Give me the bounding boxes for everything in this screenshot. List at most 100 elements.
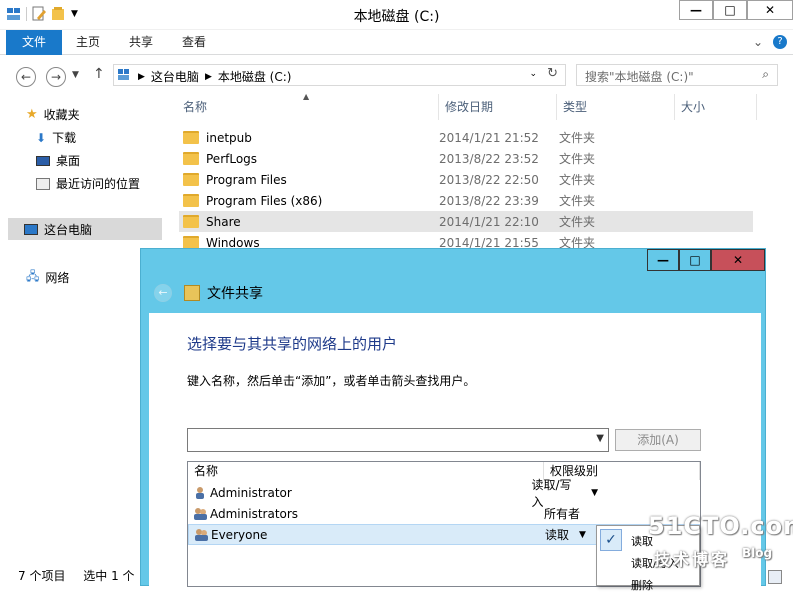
forward-button[interactable]: → bbox=[46, 67, 66, 87]
folder-icon bbox=[183, 152, 199, 165]
column-header-size[interactable]: 大小 bbox=[675, 94, 757, 120]
breadcrumb-local-disk[interactable]: 本地磁盘 (C:) bbox=[218, 68, 292, 85]
nav-desktop-label: 桌面 bbox=[56, 154, 81, 168]
star-icon: ★ bbox=[26, 107, 38, 122]
file-date: 2014/1/21 21:52 bbox=[439, 130, 539, 145]
dialog-back-button[interactable]: ← bbox=[154, 284, 172, 302]
user-icon bbox=[194, 486, 206, 499]
recent-places-icon bbox=[36, 177, 50, 190]
refresh-icon[interactable]: ↻ bbox=[547, 66, 558, 81]
dialog-maximize-button[interactable]: □ bbox=[679, 249, 711, 271]
network-icon: 🖧 bbox=[26, 269, 40, 283]
watermark-line-3: Blog bbox=[742, 546, 773, 560]
tab-file[interactable]: 文件 bbox=[6, 30, 62, 55]
file-date: 2014/1/21 22:10 bbox=[439, 214, 539, 229]
combobox-dropdown-icon[interactable]: ▼ bbox=[596, 433, 604, 444]
downloads-icon: ⬇ bbox=[36, 130, 47, 145]
user-name-combobox[interactable]: ▼ bbox=[187, 428, 609, 452]
dialog-title: 文件共享 bbox=[207, 286, 263, 302]
status-item-count: 7 个项目 bbox=[18, 569, 66, 583]
status-bar: 7 个项目 选中 1 个 bbox=[0, 566, 160, 586]
file-sharing-icon bbox=[184, 285, 200, 301]
tab-view[interactable]: 查看 bbox=[182, 30, 206, 55]
checkmark-icon: ✓ bbox=[600, 529, 622, 551]
window-controls: — □ ✕ bbox=[679, 0, 793, 20]
breadcrumb-this-pc[interactable]: 这台电脑 bbox=[151, 68, 199, 85]
file-name: Program Files bbox=[206, 172, 287, 187]
nav-this-pc-label: 这台电脑 bbox=[44, 222, 93, 237]
view-toggle-icon[interactable] bbox=[768, 570, 782, 584]
tab-home[interactable]: 主页 bbox=[76, 30, 100, 55]
nav-favorites[interactable]: ★ 收藏夹 bbox=[26, 106, 80, 123]
file-date: 2013/8/22 22:50 bbox=[439, 172, 539, 187]
nav-recent-label: 最近访问的位置 bbox=[56, 177, 141, 191]
file-row[interactable]: Program Files 2013/8/22 22:50 文件夹 bbox=[179, 169, 753, 190]
nav-desktop[interactable]: 桌面 bbox=[36, 152, 80, 169]
user-row[interactable]: Administrators 所有者 bbox=[188, 503, 598, 524]
nav-downloads[interactable]: ⬇ 下载 bbox=[36, 129, 76, 146]
minimize-button[interactable]: — bbox=[679, 0, 713, 20]
column-header-type[interactable]: 类型 bbox=[557, 94, 675, 120]
title-bar: ▼ 本地磁盘 (C:) — □ ✕ bbox=[0, 0, 793, 30]
watermark-line-2: 技术博客 bbox=[654, 550, 731, 569]
breadcrumb-separator-icon: ▶ bbox=[138, 71, 145, 82]
dialog-heading: 选择要与其共享的网络上的用户 bbox=[187, 335, 398, 353]
expand-ribbon-icon[interactable]: ⌄ bbox=[753, 35, 763, 49]
permission-dropdown-icon[interactable]: ▼ bbox=[591, 488, 598, 498]
folder-icon bbox=[183, 131, 199, 144]
file-date: 2013/8/22 23:52 bbox=[439, 151, 539, 166]
window-title: 本地磁盘 (C:) bbox=[353, 9, 440, 25]
user-row[interactable]: Administrator 读取/写入 ▼ bbox=[188, 478, 598, 509]
close-button[interactable]: ✕ bbox=[747, 0, 793, 20]
user-name: Everyone bbox=[211, 527, 268, 542]
file-type: 文件夹 bbox=[559, 131, 596, 145]
user-permission: 读取 bbox=[545, 528, 570, 542]
file-type: 文件夹 bbox=[559, 173, 596, 187]
back-button[interactable]: ← bbox=[16, 67, 36, 87]
user-group-icon bbox=[194, 507, 207, 520]
tab-share[interactable]: 共享 bbox=[129, 30, 153, 55]
dialog-close-button[interactable]: ✕ bbox=[711, 249, 765, 271]
file-row[interactable]: Program Files (x86) 2013/8/22 23:39 文件夹 bbox=[179, 190, 753, 211]
dialog-instruction: 键入名称，然后单击“添加”，或者单击箭头查找用户。 bbox=[187, 374, 476, 388]
dialog-minimize-button[interactable]: — bbox=[647, 249, 679, 271]
file-name: Share bbox=[206, 214, 241, 229]
file-type: 文件夹 bbox=[559, 194, 596, 208]
menu-item-remove[interactable]: 删除 bbox=[631, 577, 653, 593]
computer-icon bbox=[24, 223, 38, 235]
search-input[interactable]: 搜索"本地磁盘 (C:)" ⌕ bbox=[576, 64, 778, 86]
file-date: 2013/8/22 23:39 bbox=[439, 193, 539, 208]
watermark-line-1: 51CTO.com bbox=[648, 512, 793, 540]
column-header-date[interactable]: 修改日期 bbox=[439, 94, 557, 120]
add-button[interactable]: 添加(A) bbox=[615, 429, 701, 451]
nav-network[interactable]: 🖧 网络 bbox=[26, 267, 69, 288]
nav-downloads-label: 下载 bbox=[52, 131, 77, 145]
file-row[interactable]: PerfLogs 2013/8/22 23:52 文件夹 bbox=[179, 148, 753, 169]
nav-recent[interactable]: 最近访问的位置 bbox=[36, 175, 140, 192]
file-name: inetpub bbox=[206, 130, 252, 145]
column-header-user-name[interactable]: 名称 bbox=[188, 462, 544, 480]
ribbon-right-controls: ⌄ ? bbox=[753, 35, 787, 49]
address-row: ← → ▼ ↑ ▶ 这台电脑 ▶ 本地磁盘 (C:) ⌄ ↻ 搜索"本地磁盘 (… bbox=[0, 56, 793, 94]
desktop-icon bbox=[36, 155, 50, 166]
user-group-icon bbox=[195, 528, 208, 541]
file-type: 文件夹 bbox=[559, 215, 596, 229]
recent-locations-icon[interactable]: ▼ bbox=[72, 70, 79, 80]
file-row[interactable]: inetpub 2014/1/21 21:52 文件夹 bbox=[179, 127, 753, 148]
up-icon[interactable]: ↑ bbox=[93, 66, 105, 82]
nav-this-pc[interactable]: 这台电脑 bbox=[8, 218, 162, 240]
column-header-name[interactable]: 名称 bbox=[177, 94, 439, 120]
maximize-button[interactable]: □ bbox=[713, 0, 747, 20]
address-dropdown-icon[interactable]: ⌄ bbox=[529, 69, 537, 79]
search-icon[interactable]: ⌕ bbox=[762, 67, 769, 82]
permission-dropdown-icon[interactable]: ▼ bbox=[579, 530, 586, 540]
address-bar[interactable]: ▶ 这台电脑 ▶ 本地磁盘 (C:) ⌄ ↻ bbox=[113, 64, 566, 86]
breadcrumb-separator-icon: ▶ bbox=[204, 71, 212, 82]
dialog-window-controls: — □ ✕ bbox=[647, 249, 765, 271]
user-name: Administrator bbox=[210, 485, 292, 500]
help-icon[interactable]: ? bbox=[773, 35, 787, 49]
user-permission: 所有者 bbox=[544, 507, 581, 521]
this-pc-icon bbox=[118, 68, 132, 85]
file-name: Program Files (x86) bbox=[206, 193, 323, 208]
file-row-selected[interactable]: Share 2014/1/21 22:10 文件夹 bbox=[179, 211, 753, 232]
